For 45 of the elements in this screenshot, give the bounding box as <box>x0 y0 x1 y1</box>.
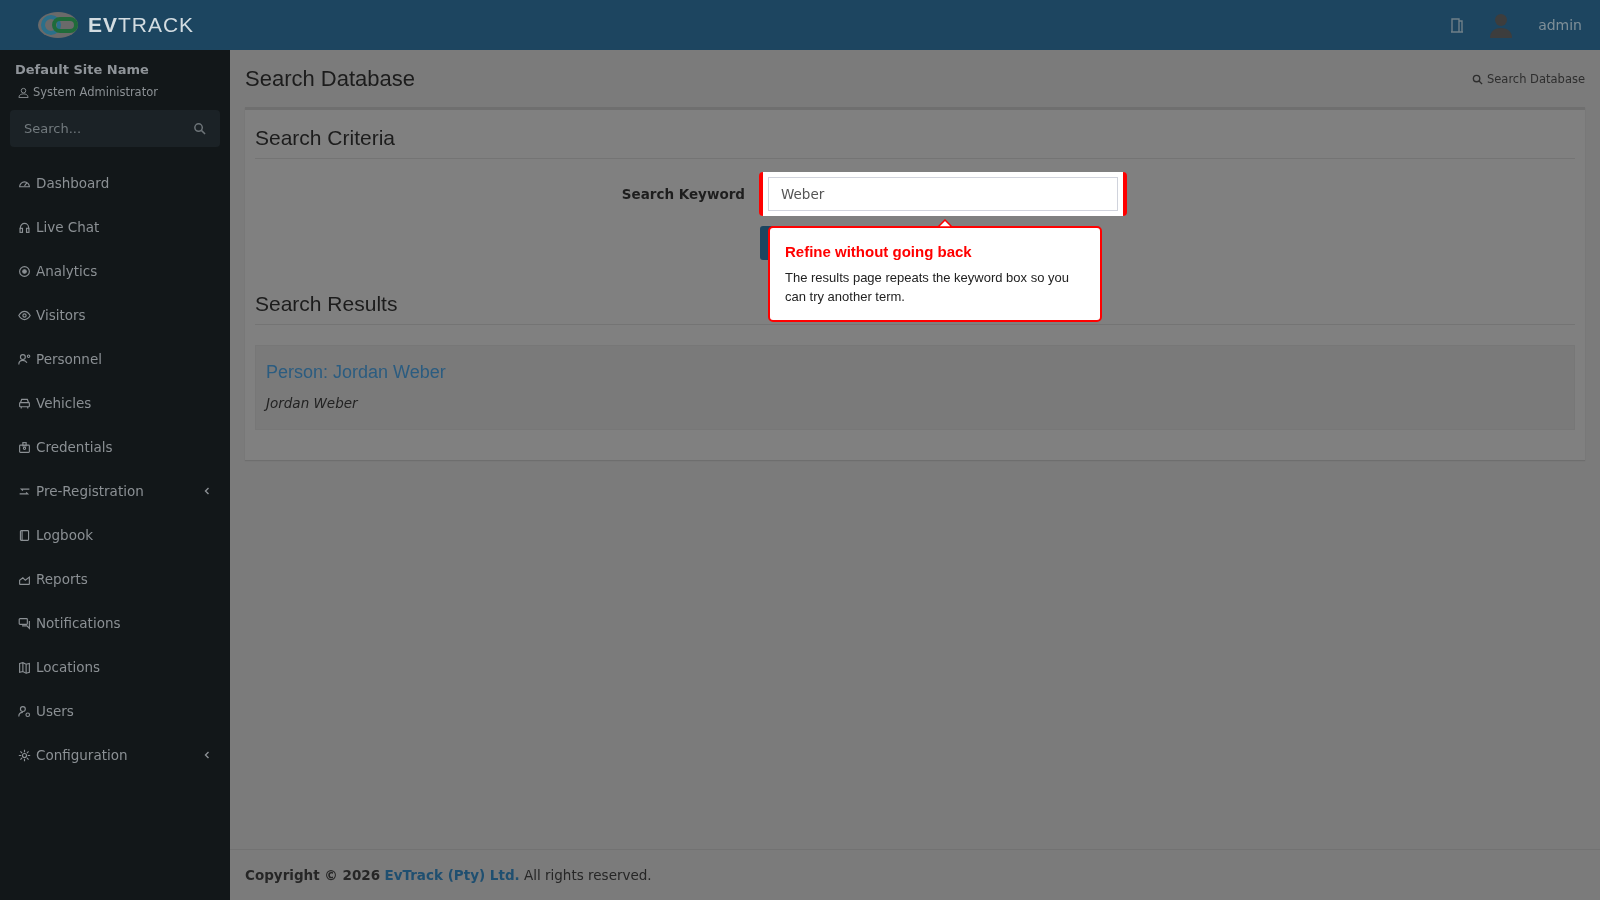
field-label: Search Keyword <box>621 186 745 202</box>
breadcrumb-link[interactable]: Search Database <box>1486 72 1585 86</box>
car-icon <box>18 396 31 410</box>
door-icon[interactable] <box>1450 17 1465 33</box>
sidebar-item[interactable]: Notifications <box>10 601 220 645</box>
sidebar-item[interactable]: Pre-Registration <box>10 469 220 513</box>
sidebar-item[interactable]: Personnel <box>10 337 220 381</box>
sidebar-item[interactable]: Credentials <box>10 425 220 469</box>
user-icon <box>18 86 29 98</box>
section-heading: Search Criteria <box>255 126 1575 159</box>
sidebar-item[interactable]: Configuration <box>10 733 220 777</box>
users-icon <box>18 704 31 718</box>
chat-icon <box>18 616 31 630</box>
target-icon <box>18 264 31 278</box>
sidebar-item[interactable]: Analytics <box>10 249 220 293</box>
book-icon <box>18 528 31 542</box>
eye-icon <box>18 308 31 322</box>
site-name: Default Site Name <box>14 62 150 77</box>
gear-icon <box>18 748 31 762</box>
sidebar-item[interactable]: Logbook <box>10 513 220 557</box>
copyright-text: Copyright © 2026 EvTrack (Pty) Ltd. All rights reserved. <box>245 867 652 883</box>
keyword-field[interactable]: Weber <box>759 172 1127 216</box>
logo-text: EVTRACK <box>87 13 195 37</box>
sidebar-item[interactable]: Visitors <box>10 293 220 337</box>
map-icon <box>18 660 31 674</box>
caret-icon <box>202 750 212 760</box>
sidebar-item[interactable]: Users <box>10 689 220 733</box>
caret-icon <box>202 486 212 496</box>
sidebar-item[interactable]: Locations <box>10 645 220 689</box>
sidebar-item[interactable]: Live Chat <box>10 205 220 249</box>
sidebar-item[interactable]: Vehicles <box>10 381 220 425</box>
search-icon <box>1471 73 1483 85</box>
result-subtitle: Jordan Weber <box>266 395 359 411</box>
callout-text: The results page repeats the keyword box so you can try another term. <box>785 269 1070 306</box>
user-name[interactable]: admin <box>1538 17 1582 33</box>
callout-title: Refine without going back <box>785 243 973 260</box>
search-icon[interactable] <box>193 122 206 135</box>
person-icon <box>18 352 31 366</box>
sidebar-item[interactable]: Reports <box>10 557 220 601</box>
sidebar-item[interactable]: Dashboard <box>10 161 220 205</box>
user-role: System Administrator <box>33 85 158 99</box>
headset-icon <box>18 220 31 234</box>
page-title: Search Database <box>245 66 415 92</box>
search-field[interactable]: Search... <box>10 110 220 147</box>
id-badge-icon <box>18 440 31 454</box>
